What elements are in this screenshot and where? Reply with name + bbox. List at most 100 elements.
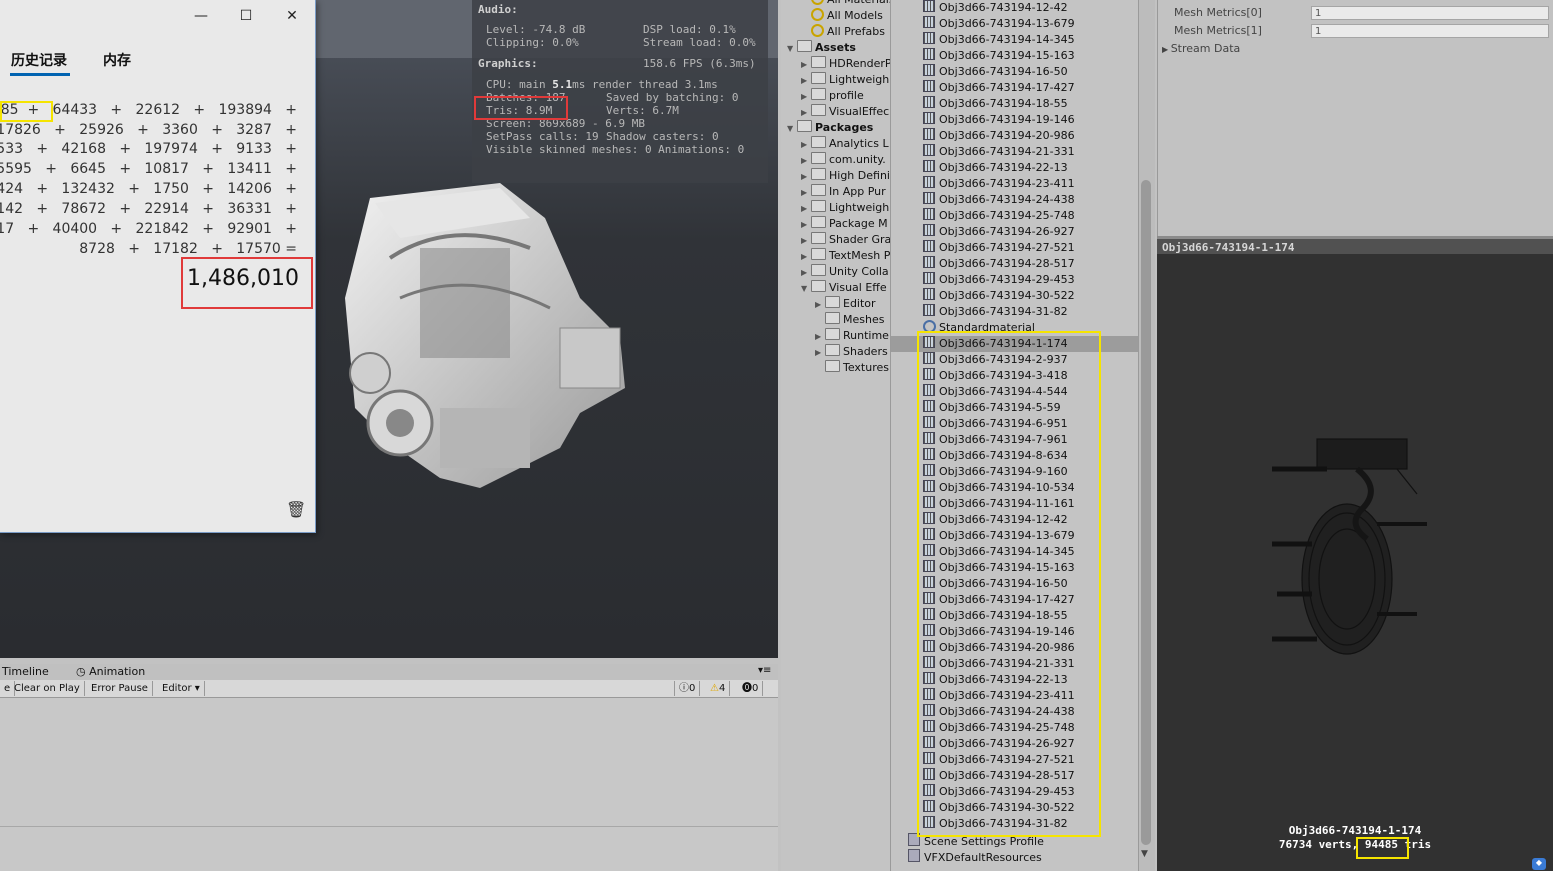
foldout-arrow-icon[interactable]: ▶	[801, 169, 811, 185]
list-item[interactable]: Obj3d66-743194-23-411	[923, 176, 1075, 192]
close-button[interactable]: ✕	[269, 4, 315, 28]
sidebar-item[interactable]: All Models	[811, 8, 883, 24]
foldout-arrow-icon[interactable]: ▶	[801, 89, 811, 105]
maximize-button[interactable]: ☐	[223, 4, 269, 28]
sidebar-item[interactable]: ▶ In App Pur	[801, 184, 886, 200]
sidebar-item[interactable]: ▶ Unity Colla	[801, 264, 889, 280]
sidebar-item[interactable]: ▶ Analytics L	[801, 136, 889, 152]
mesh-icon	[923, 256, 935, 268]
foldout-arrow-icon[interactable]: ▶	[801, 57, 811, 73]
error-toggle[interactable]: ⓿0	[738, 681, 764, 696]
list-item[interactable]: Obj3d66-743194-12-42	[923, 0, 1068, 16]
sidebar-item[interactable]: ▶ Shaders	[815, 344, 888, 360]
foldout-arrow-icon[interactable]: ▶	[801, 201, 811, 217]
list-item[interactable]: Obj3d66-743194-26-927	[923, 224, 1075, 240]
stream-data-foldout[interactable]: ▶ Stream Data	[1162, 42, 1240, 55]
asset-label-tag-icon[interactable]: ◆	[1532, 858, 1546, 870]
foldout-arrow-icon[interactable]: ▼	[787, 121, 797, 137]
error-pause-button[interactable]: Error Pause	[87, 681, 153, 696]
sidebar-item[interactable]: ▶ High Defini	[801, 168, 890, 184]
tab-animation[interactable]: ◷ Animation	[76, 665, 145, 678]
warning-count: 4	[718, 683, 726, 694]
panel-menu-icon[interactable]: ▾≡	[758, 665, 771, 676]
list-item[interactable]: Obj3d66-743194-18-55	[923, 96, 1068, 112]
asset-label: Obj3d66-743194-28-517	[939, 257, 1075, 270]
list-item[interactable]: Obj3d66-743194-25-748	[923, 208, 1075, 224]
list-item[interactable]: Obj3d66-743194-21-331	[923, 144, 1075, 160]
list-item[interactable]: Obj3d66-743194-20-986	[923, 128, 1075, 144]
sidebar-item[interactable]: ▶ VisualEffec	[801, 104, 889, 120]
mesh-metrics-0-field[interactable]: 1	[1311, 6, 1549, 20]
foldout-arrow-icon[interactable]: ▶	[815, 297, 825, 313]
sidebar-item[interactable]: ▶ profile	[801, 88, 864, 104]
list-item[interactable]: Obj3d66-743194-15-163	[923, 48, 1075, 64]
list-item[interactable]: Obj3d66-743194-19-146	[923, 112, 1075, 128]
history-line[interactable]: 424 + 132432 + 1750 + 14206 +	[0, 181, 297, 197]
tab-history[interactable]: 历史记录	[11, 50, 67, 70]
scroll-down-icon[interactable]: ▼	[1141, 849, 1148, 859]
sidebar-item[interactable]: ▼ Packages	[787, 120, 873, 136]
sidebar-item[interactable]: ▶ Lightweigh	[801, 200, 889, 216]
list-item[interactable]: Obj3d66-743194-22-13	[923, 160, 1068, 176]
list-item[interactable]: VFXDefaultResources	[908, 849, 1042, 865]
foldout-arrow-icon[interactable]: ▶	[801, 233, 811, 249]
history-line[interactable]: 8728 + 17182 + 17570 =	[79, 241, 297, 257]
tab-timeline[interactable]: Timeline	[2, 665, 49, 678]
sidebar-item[interactable]: ▼ Assets	[787, 40, 856, 56]
list-item[interactable]: Obj3d66-743194-28-517	[923, 256, 1075, 272]
history-line[interactable]: 17826 + 25926 + 3360 + 3287 +	[0, 122, 297, 138]
preview-header[interactable]: Obj3d66-743194-1-174	[1157, 236, 1553, 254]
foldout-arrow-icon[interactable]: ▶	[801, 185, 811, 201]
sidebar-item[interactable]: ▶ com.unity.	[801, 152, 886, 168]
foldout-arrow-icon[interactable]: ▶	[815, 345, 825, 361]
list-item[interactable]: Obj3d66-743194-30-522	[923, 288, 1075, 304]
sidebar-item[interactable]: ▶ Shader Gra	[801, 232, 890, 249]
list-item[interactable]: Obj3d66-743194-27-521	[923, 240, 1075, 256]
history-line[interactable]: 47142 + 78672 + 22914 + 36331 +	[0, 201, 297, 217]
trash-icon[interactable]: 🗑	[286, 500, 306, 519]
list-item[interactable]: Obj3d66-743194-17-427	[923, 80, 1075, 96]
warning-toggle[interactable]: ⚠4	[706, 681, 731, 696]
foldout-arrow-icon[interactable]: ▶	[801, 153, 811, 169]
sidebar-item[interactable]: ▶ Package M	[801, 216, 888, 232]
foldout-arrow-icon[interactable]: ▶	[801, 137, 811, 153]
list-item[interactable]: Obj3d66-743194-13-679	[923, 16, 1075, 32]
sidebar-item[interactable]: Meshes	[815, 312, 884, 328]
sidebar-item[interactable]: All Prefabs	[811, 24, 885, 40]
foldout-arrow-icon[interactable]: ▶	[801, 105, 811, 121]
sidebar-item[interactable]: Textures	[815, 360, 889, 376]
foldout-arrow-icon[interactable]: ▶	[801, 265, 811, 281]
foldout-arrow-icon[interactable]: ▶	[815, 329, 825, 345]
sidebar-item[interactable]: ▶ Editor	[815, 296, 876, 312]
sidebar-item[interactable]: ▼ Visual Effe	[801, 280, 887, 296]
list-item[interactable]: Obj3d66-743194-14-345	[923, 32, 1075, 48]
mesh-metrics-1-field[interactable]: 1	[1311, 24, 1549, 38]
sidebar-item[interactable]: ▶ Runtime	[815, 328, 889, 344]
info-toggle[interactable]: ⓘ0	[674, 681, 701, 696]
minimize-button[interactable]: —	[178, 4, 224, 28]
project-scrollbar-thumb[interactable]	[1141, 180, 1151, 845]
sidebar-item[interactable]: ▶ TextMesh P	[801, 248, 890, 264]
sidebar-item[interactable]: All Materials	[811, 0, 890, 8]
history-line[interactable]: 5595 + 6645 + 10817 + 13411 +	[0, 161, 297, 177]
history-line[interactable]: 29417 + 40400 + 221842 + 92901 +	[0, 221, 297, 237]
list-item[interactable]: Obj3d66-743194-16-50	[923, 64, 1068, 80]
editor-dropdown[interactable]: Editor ▾	[158, 681, 205, 696]
list-item[interactable]: Standardmaterial	[923, 320, 1035, 334]
foldout-arrow-icon[interactable]: ▶	[801, 217, 811, 233]
clear-on-play-button[interactable]: Clear on Play	[10, 681, 85, 696]
mesh-preview[interactable]	[1157, 254, 1553, 871]
list-item[interactable]: Obj3d66-743194-29-453	[923, 272, 1075, 288]
history-line[interactable]: 12533 + 42168 + 197974 + 9133 +	[0, 141, 297, 157]
foldout-arrow-icon[interactable]: ▶	[801, 73, 811, 89]
list-item[interactable]: Obj3d66-743194-31-82	[923, 304, 1068, 320]
sidebar-item[interactable]: ▶ Lightweigh	[801, 72, 889, 88]
tab-memory[interactable]: 内存	[103, 50, 131, 70]
asset-label: Obj3d66-743194-29-453	[939, 273, 1075, 286]
list-item[interactable]: Obj3d66-743194-24-438	[923, 192, 1075, 208]
foldout-arrow-icon[interactable]: ▼	[787, 41, 797, 57]
foldout-arrow-icon[interactable]: ▶	[801, 249, 811, 265]
foldout-arrow-icon[interactable]: ▼	[801, 281, 811, 297]
asset-label: Obj3d66-743194-15-163	[939, 49, 1075, 62]
sidebar-item[interactable]: ▶ HDRenderP	[801, 56, 890, 73]
